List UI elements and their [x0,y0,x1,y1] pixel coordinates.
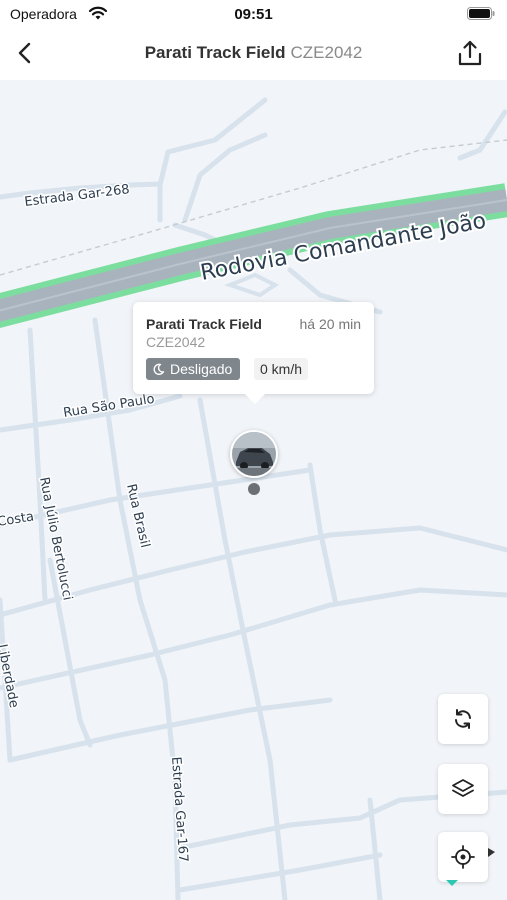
refresh-icon [455,709,471,729]
popup-plate: CZE2042 [146,334,206,350]
vehicle-location-dot [248,483,260,495]
vehicle-marker[interactable] [230,430,278,478]
popup-vehicle-name: Parati Track Field [146,316,262,332]
refresh-button[interactable] [438,694,488,744]
navigation-bar: Parati Track Field CZE2042 [0,28,507,80]
clock: 09:51 [234,6,273,23]
speed-label: 0 km/h [260,361,303,377]
moon-icon [153,363,165,375]
layers-icon [452,779,474,797]
share-icon [458,40,482,66]
popup-last-update: há 20 min [299,316,361,332]
road-label-liberdade: Liberdade [0,643,21,709]
popup-pointer [245,394,265,404]
crosshair-icon [451,845,475,869]
sheet-handle-indicator [446,880,458,886]
speed-badge: 0 km/h [254,358,309,380]
vehicle-plate: CZE2042 [290,43,363,62]
ignition-status-badge: Desligado [146,358,241,380]
map-view[interactable]: Rodovia Comandante João Estrada Gar-268 … [0,80,507,900]
page-title: Parati Track Field CZE2042 [0,43,507,63]
vehicle-info-popup[interactable]: Parati Track Field há 20 min CZE2042 Des… [133,302,374,404]
ignition-status-label: Desligado [170,361,233,377]
share-button[interactable] [453,36,487,70]
road-label-estrada-gar-167: Estrada Gar-167 [168,756,190,863]
locate-button[interactable] [438,832,488,882]
layers-button[interactable] [438,764,488,814]
car-photo-icon [232,432,276,476]
vehicle-title: Parati Track Field [144,43,286,62]
battery-icon [467,7,495,20]
status-bar: Operadora 09:51 [0,0,507,28]
road-label-costa: Costa [0,509,35,530]
